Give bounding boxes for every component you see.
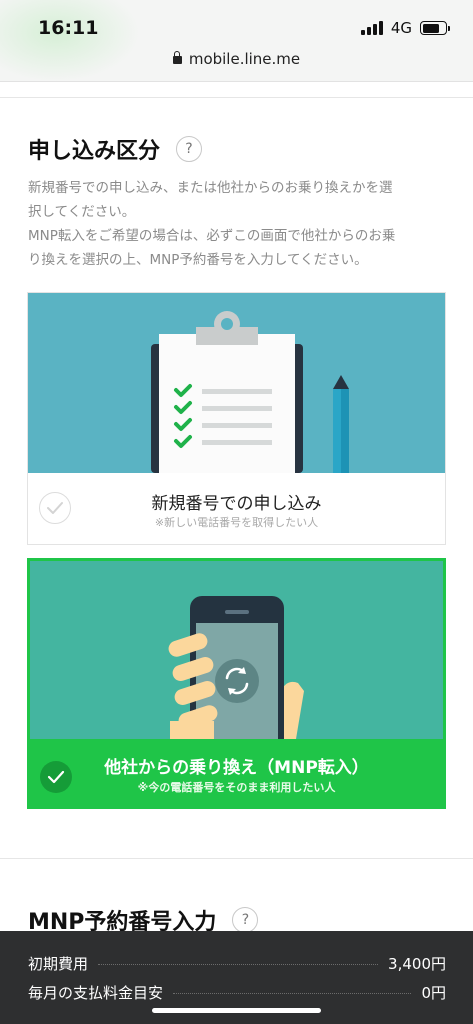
dotted-leader (173, 993, 412, 994)
option-title: 他社からの乗り換え（MNP転入） (104, 758, 369, 778)
battery-icon (420, 21, 450, 35)
phone-in-hand-icon (168, 596, 304, 739)
status-bar-glow (0, 0, 140, 82)
option-mnp-transfer[interactable]: 他社からの乗り換え（MNP転入） ※今の電話番号をそのまま利用したい人 (27, 558, 446, 809)
clipboard-icon (151, 311, 349, 473)
monthly-cost-row: 毎月の支払料金目安 0円 (28, 982, 446, 1003)
initial-cost-label: 初期費用 (28, 955, 89, 973)
divider (0, 97, 473, 98)
status-time: 16:11 (38, 17, 99, 39)
help-button[interactable]: ? (176, 136, 203, 162)
option-subtitle: ※新しい電話番号を取得したい人 (154, 516, 319, 529)
browser-top-bar: 16:11 4G mobile.line.me (0, 0, 473, 82)
option-subtitle: ※今の電話番号をそのまま利用したい人 (137, 781, 336, 794)
description-line: 択してください。 (28, 204, 136, 220)
url-bar[interactable]: mobile.line.me (0, 50, 473, 68)
description-line: 新規番号での申し込み、または他社からのお乗り換えかを選 (28, 180, 393, 196)
battery-level (422, 23, 439, 33)
initial-cost-value: 3,400円 (388, 955, 446, 973)
clipboard-illustration (28, 293, 445, 473)
lock-icon (172, 51, 182, 64)
section-title-text: 申し込み区分 (28, 139, 161, 164)
help-button[interactable]: ? (232, 907, 259, 933)
divider (0, 858, 473, 859)
description-line: り換えを選択の上、MNP予約番号を入力してください。 (28, 252, 368, 268)
url-text: mobile.line.me (188, 50, 301, 68)
phone-illustration (30, 561, 443, 739)
option-title: 新規番号での申し込み (151, 494, 322, 514)
description-line: MNP転入をご希望の場合は、必ずこの画面で他社からのお乗 (28, 228, 396, 244)
status-indicators: 4G (360, 19, 450, 37)
initial-cost-row: 初期費用 3,400円 (28, 953, 446, 974)
section-description: 新規番号での申し込み、または他社からのお乗り換えかを選 択してください。 MNP… (28, 176, 448, 272)
dotted-leader (98, 964, 379, 965)
option-new-number[interactable]: 新規番号での申し込み ※新しい電話番号を取得したい人 (27, 292, 446, 545)
monthly-cost-value: 0円 (421, 984, 446, 1002)
network-type: 4G (390, 19, 412, 37)
section-title-application-type: 申し込み区分 ? (28, 133, 203, 165)
signal-icon (360, 21, 383, 35)
monthly-cost-label: 毎月の支払料金目安 (28, 984, 164, 1002)
home-indicator[interactable] (152, 1008, 321, 1013)
